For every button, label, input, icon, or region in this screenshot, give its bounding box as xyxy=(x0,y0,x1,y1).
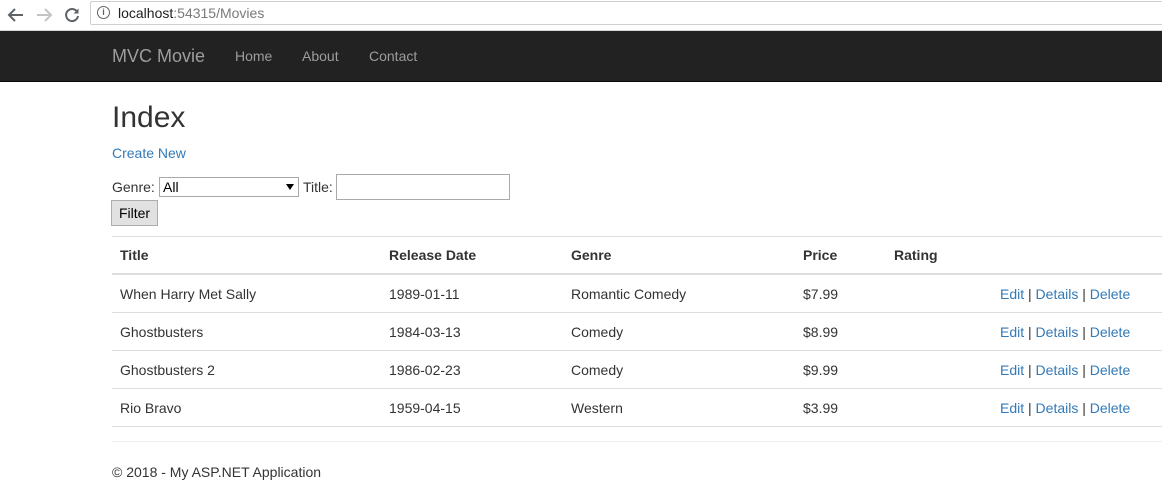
cell-price: $9.99 xyxy=(795,350,886,389)
cell-price: $8.99 xyxy=(795,312,886,351)
cell-genre: Western xyxy=(563,388,795,427)
cell-actions: Edit | Details | Delete xyxy=(992,350,1162,389)
cell-release-date: 1986-02-23 xyxy=(381,350,563,389)
delete-link[interactable]: Delete xyxy=(1090,324,1130,340)
cell-actions: Edit | Details | Delete xyxy=(992,312,1162,351)
url-text[interactable]: localhost:54315/Movies xyxy=(118,5,264,21)
action-separator: | xyxy=(1082,323,1086,340)
title-search-input[interactable] xyxy=(336,174,510,200)
url-path: :54315/Movies xyxy=(173,5,265,21)
cell-rating xyxy=(886,274,992,313)
page-title: Index xyxy=(112,101,186,134)
action-separator: | xyxy=(1082,361,1086,378)
cell-genre: Comedy xyxy=(563,312,795,351)
reload-icon[interactable] xyxy=(63,6,81,24)
cell-actions: Edit | Details | Delete xyxy=(992,274,1162,313)
cell-actions: Edit | Details | Delete xyxy=(992,388,1162,427)
cell-rating xyxy=(886,350,992,389)
cell-title: Ghostbusters xyxy=(112,312,381,351)
edit-link[interactable]: Edit xyxy=(1000,362,1024,378)
cell-title: When Harry Met Sally xyxy=(112,274,381,313)
action-separator: | xyxy=(1082,399,1086,416)
header-title: Title xyxy=(112,236,381,275)
cell-title: Ghostbusters 2 xyxy=(112,350,381,389)
edit-link[interactable]: Edit xyxy=(1000,286,1024,302)
cell-rating xyxy=(886,388,992,427)
action-separator: | xyxy=(1028,399,1032,416)
cell-release-date: 1959-04-15 xyxy=(381,388,563,427)
address-bar[interactable]: i localhost:54315/Movies xyxy=(90,1,1162,25)
url-host: localhost xyxy=(118,5,174,21)
edit-link[interactable]: Edit xyxy=(1000,324,1024,340)
header-actions xyxy=(992,236,1162,275)
edit-link[interactable]: Edit xyxy=(1000,400,1024,416)
nav-about-link[interactable]: About xyxy=(302,48,339,64)
genre-label: Genre: xyxy=(112,179,155,195)
details-link[interactable]: Details xyxy=(1036,286,1079,302)
nav-contact-link[interactable]: Contact xyxy=(369,48,417,64)
details-link[interactable]: Details xyxy=(1036,324,1079,340)
action-separator: | xyxy=(1028,323,1032,340)
table-row: Ghostbusters 1984-03-13 Comedy $8.99 Edit | … xyxy=(112,312,1162,351)
action-separator: | xyxy=(1028,361,1032,378)
nav-home-link[interactable]: Home xyxy=(235,48,272,64)
header-genre: Genre xyxy=(563,236,795,275)
create-new-link[interactable]: Create New xyxy=(112,145,186,161)
cell-price: $3.99 xyxy=(795,388,886,427)
title-label: Title: xyxy=(303,179,333,195)
delete-link[interactable]: Delete xyxy=(1090,400,1130,416)
cell-release-date: 1984-03-13 xyxy=(381,312,563,351)
info-icon[interactable]: i xyxy=(97,6,110,19)
filter-form: Genre: All Title: xyxy=(112,174,612,200)
details-link[interactable]: Details xyxy=(1036,400,1079,416)
genre-select[interactable]: All xyxy=(159,177,299,197)
browser-toolbar: i localhost:54315/Movies xyxy=(0,0,1162,31)
table-row: Ghostbusters 2 1986-02-23 Comedy $9.99 Edit … xyxy=(112,350,1162,389)
back-arrow-icon[interactable] xyxy=(7,6,25,24)
header-release-date: Release Date xyxy=(381,236,563,275)
cell-genre: Comedy xyxy=(563,350,795,389)
chevron-down-icon xyxy=(286,184,294,190)
cell-title: Rio Bravo xyxy=(112,388,381,427)
table-header-row: Title Release Date Genre Price Rating xyxy=(112,236,1162,275)
cell-rating xyxy=(886,312,992,351)
header-price: Price xyxy=(795,236,886,275)
genre-selected-value: All xyxy=(163,179,179,195)
header-rating: Rating xyxy=(886,236,992,275)
brand-link[interactable]: MVC Movie xyxy=(112,46,205,67)
navbar: MVC Movie Home About Contact xyxy=(0,31,1162,82)
action-separator: | xyxy=(1082,285,1086,302)
cell-genre: Romantic Comedy xyxy=(563,274,795,313)
forward-arrow-icon[interactable] xyxy=(35,6,53,24)
filter-button[interactable]: Filter xyxy=(111,200,158,226)
table-row: Rio Bravo 1959-04-15 Western $3.99 Edit | De… xyxy=(112,388,1162,427)
delete-link[interactable]: Delete xyxy=(1090,286,1130,302)
footer-text: © 2018 - My ASP.NET Application xyxy=(112,464,322,480)
details-link[interactable]: Details xyxy=(1036,362,1079,378)
action-separator: | xyxy=(1028,285,1032,302)
movies-table: Title Release Date Genre Price Rating Wh… xyxy=(112,236,1162,427)
cell-price: $7.99 xyxy=(795,274,886,313)
cell-release-date: 1989-01-11 xyxy=(381,274,563,313)
footer-divider xyxy=(112,441,1162,442)
table-body: When Harry Met Sally 1989-01-11 Romantic C… xyxy=(112,274,1162,427)
table-row: When Harry Met Sally 1989-01-11 Romantic C… xyxy=(112,274,1162,313)
delete-link[interactable]: Delete xyxy=(1090,362,1130,378)
